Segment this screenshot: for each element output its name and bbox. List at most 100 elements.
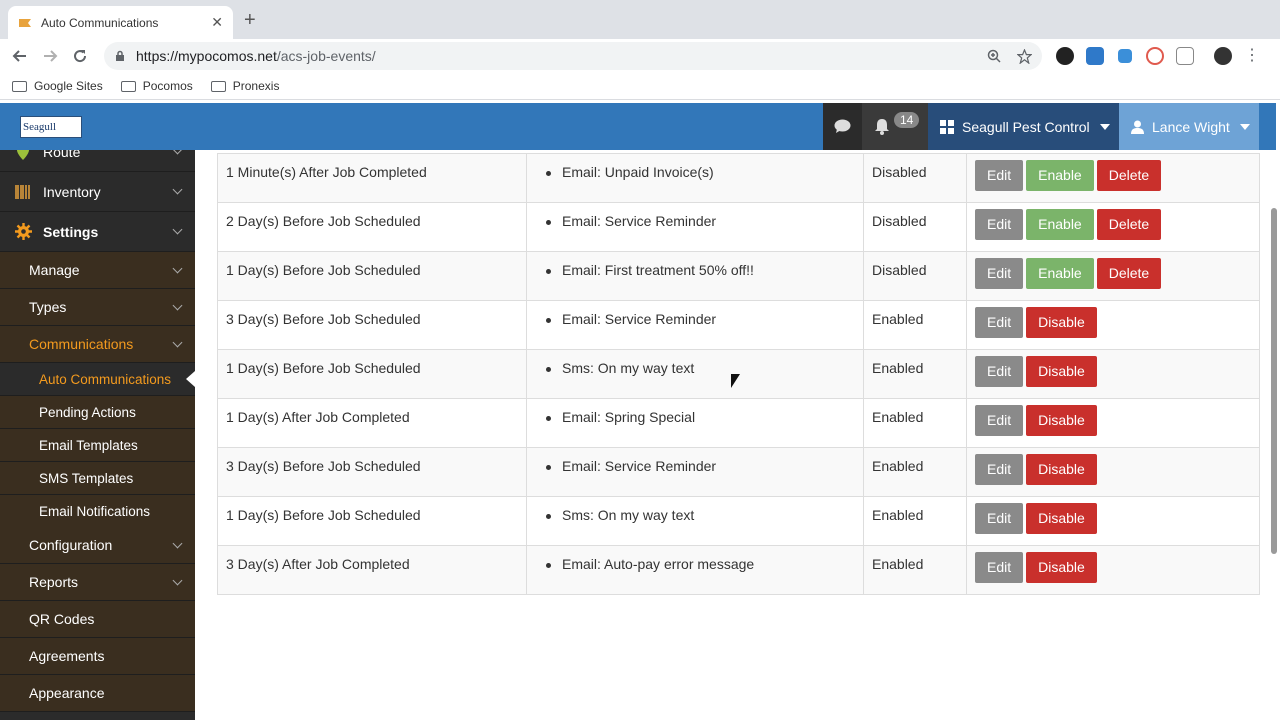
sidebar-label: Route bbox=[43, 150, 81, 160]
disable-button[interactable]: Disable bbox=[1026, 405, 1097, 436]
chevron-down-icon bbox=[172, 263, 183, 273]
sidebar-label: Agreements bbox=[29, 648, 105, 664]
sidebar-item-configuration[interactable]: Configuration bbox=[0, 527, 195, 564]
bookmark-pocomos[interactable]: Pocomos bbox=[120, 79, 193, 93]
sidebar-item-route[interactable]: Route bbox=[0, 150, 195, 172]
trigger-cell: 1 Day(s) Before Job Scheduled bbox=[217, 251, 527, 301]
action-text: Sms: On my way text bbox=[562, 507, 695, 523]
disable-button[interactable]: Disable bbox=[1026, 454, 1097, 485]
user-icon bbox=[1131, 120, 1144, 134]
sidebar-item-qr-codes[interactable]: QR Codes bbox=[0, 601, 195, 638]
tab-title: Auto Communications bbox=[41, 15, 159, 30]
address-bar[interactable]: https://mypocomos.net/acs-job-events/ bbox=[104, 42, 1042, 70]
new-tab-icon[interactable]: + bbox=[244, 10, 256, 30]
disable-button[interactable]: Disable bbox=[1026, 356, 1097, 387]
table-row: 3 Day(s) Before Job Scheduled Email: Serv… bbox=[217, 447, 1260, 497]
sidebar-item-email-notifications[interactable]: Email Notifications bbox=[0, 495, 195, 528]
company-dropdown[interactable]: Seagull Pest Control bbox=[928, 103, 1119, 150]
edit-button[interactable]: Edit bbox=[975, 405, 1024, 436]
checkbox-extension-icon[interactable] bbox=[1118, 49, 1132, 63]
edit-button[interactable]: Edit bbox=[975, 552, 1024, 583]
sidebar-item-appearance[interactable]: Appearance bbox=[0, 675, 195, 712]
sidebar-item-settings[interactable]: Settings bbox=[0, 212, 195, 252]
sidebar-label: Reports bbox=[29, 574, 79, 590]
actions-cell: Edit Disable bbox=[966, 300, 1260, 350]
bookmark-star-icon[interactable] bbox=[1017, 48, 1032, 64]
trigger-cell: 1 Day(s) Before Job Scheduled bbox=[217, 349, 527, 399]
clipboard-extension-icon[interactable] bbox=[1176, 47, 1194, 65]
actions-cell: Edit Disable bbox=[966, 398, 1260, 448]
sidebar-item-pending-actions[interactable]: Pending Actions bbox=[0, 396, 195, 429]
sidebar-item-agreements[interactable]: Agreements bbox=[0, 638, 195, 675]
sidebar-item-manage[interactable]: Manage bbox=[0, 252, 195, 289]
back-icon[interactable] bbox=[8, 44, 32, 68]
sidebar-item-reports[interactable]: Reports bbox=[0, 564, 195, 601]
edit-button[interactable]: Edit bbox=[975, 307, 1024, 338]
disable-button[interactable]: Disable bbox=[1026, 503, 1097, 534]
enable-button[interactable]: Enable bbox=[1026, 209, 1094, 240]
sidebar-item-inventory[interactable]: Inventory bbox=[0, 172, 195, 212]
delete-button[interactable]: Delete bbox=[1096, 160, 1162, 191]
trigger-text: 1 Day(s) Before Job Scheduled bbox=[226, 507, 421, 523]
disable-button[interactable]: Disable bbox=[1026, 307, 1097, 338]
browser-tab[interactable]: Auto Communications ✕ bbox=[8, 6, 233, 39]
status-cell: Enabled bbox=[863, 496, 967, 546]
status-text: Disabled bbox=[872, 164, 927, 180]
edit-button[interactable]: Edit bbox=[975, 356, 1024, 387]
status-cell: Disabled bbox=[863, 251, 967, 301]
sidebar-item-email-templates[interactable]: Email Templates bbox=[0, 429, 195, 462]
action-text: Email: Service Reminder bbox=[562, 311, 717, 327]
disable-button[interactable]: Disable bbox=[1026, 552, 1097, 583]
trello-icon[interactable] bbox=[1086, 47, 1104, 65]
bookmark-google-sites[interactable]: Google Sites bbox=[12, 79, 103, 93]
zoom-icon[interactable] bbox=[987, 49, 1001, 63]
edit-button[interactable]: Edit bbox=[975, 209, 1024, 240]
table-row: 1 Day(s) Before Job Scheduled Email: Firs… bbox=[217, 251, 1260, 301]
actions-cell: Edit Disable bbox=[966, 447, 1260, 497]
table-row: 1 Day(s) Before Job Scheduled Sms: On my … bbox=[217, 496, 1260, 546]
user-dropdown[interactable]: Lance Wight bbox=[1119, 103, 1259, 150]
notifications-button[interactable]: 14 bbox=[862, 103, 928, 150]
trigger-text: 3 Day(s) Before Job Scheduled bbox=[226, 311, 421, 327]
url-host: https://mypocomos.net bbox=[136, 48, 277, 64]
page-scrollbar[interactable] bbox=[1271, 208, 1277, 554]
close-tab-icon[interactable]: ✕ bbox=[211, 14, 223, 31]
reload-icon[interactable] bbox=[68, 44, 92, 68]
logo[interactable]: Seagull bbox=[20, 116, 82, 138]
actions-cell: Edit Enable Delete bbox=[966, 153, 1260, 203]
sidebar-item-types[interactable]: Types bbox=[0, 289, 195, 326]
sidebar: Route Inventory Settings Manage Types Co… bbox=[0, 150, 195, 720]
edit-button[interactable]: Edit bbox=[975, 454, 1024, 485]
trigger-cell: 3 Day(s) After Job Completed bbox=[217, 545, 527, 595]
chevron-down-icon bbox=[172, 300, 183, 310]
sidebar-label: Communications bbox=[29, 336, 134, 352]
browser-tabstrip: Auto Communications ✕ + bbox=[0, 0, 1280, 39]
blocked-extension-icon[interactable] bbox=[1146, 47, 1164, 65]
extension-dark-icon[interactable] bbox=[1056, 47, 1074, 65]
enable-button[interactable]: Enable bbox=[1026, 258, 1094, 289]
edit-button[interactable]: Edit bbox=[975, 258, 1024, 289]
bookmark-label: Pronexis bbox=[232, 79, 280, 93]
sidebar-label: Inventory bbox=[43, 183, 101, 200]
action-text: Email: Auto-pay error message bbox=[562, 556, 755, 572]
main-content: 1 Minute(s) After Job Completed Email: Un… bbox=[195, 150, 1271, 720]
profile-avatar-icon[interactable] bbox=[1214, 47, 1232, 65]
status-cell: Enabled bbox=[863, 545, 967, 595]
delete-button[interactable]: Delete bbox=[1096, 258, 1162, 289]
enable-button[interactable]: Enable bbox=[1026, 160, 1094, 191]
sidebar-item-communications[interactable]: Communications bbox=[0, 326, 195, 363]
chat-icon bbox=[834, 119, 851, 133]
menu-more-icon[interactable]: ⋮ bbox=[1244, 48, 1260, 64]
bookmark-pronexis[interactable]: Pronexis bbox=[210, 79, 280, 93]
chat-button[interactable] bbox=[823, 103, 862, 150]
forward-icon[interactable] bbox=[38, 44, 62, 68]
trigger-text: 3 Day(s) Before Job Scheduled bbox=[226, 458, 421, 474]
sidebar-item-sms-templates[interactable]: SMS Templates bbox=[0, 462, 195, 495]
sidebar-item-auto-communications[interactable]: Auto Communications bbox=[0, 363, 195, 396]
delete-button[interactable]: Delete bbox=[1096, 209, 1162, 240]
actions-cell: Edit Disable bbox=[966, 545, 1260, 595]
edit-button[interactable]: Edit bbox=[975, 160, 1024, 191]
bookmark-label: Google Sites bbox=[34, 79, 103, 93]
edit-button[interactable]: Edit bbox=[975, 503, 1024, 534]
barcode-icon bbox=[14, 184, 32, 199]
